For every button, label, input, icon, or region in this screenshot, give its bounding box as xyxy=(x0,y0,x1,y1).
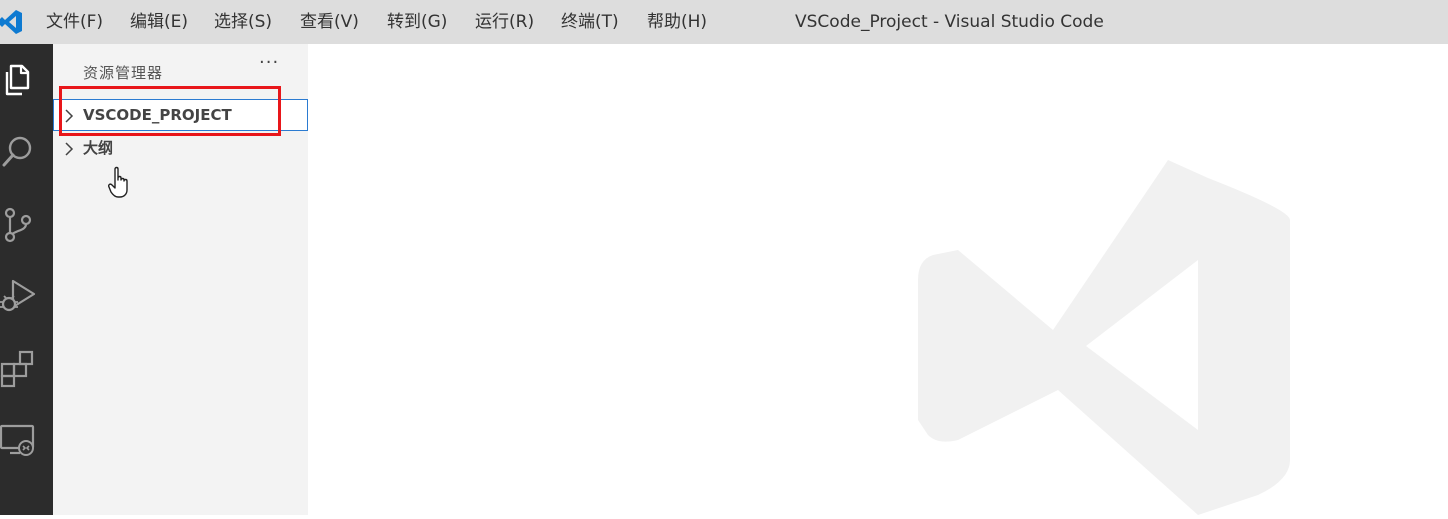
menu-edit[interactable]: 编辑(E) xyxy=(130,0,188,44)
menu-help[interactable]: 帮助(H) xyxy=(647,0,707,44)
run-debug-icon[interactable] xyxy=(0,276,36,316)
explorer-icon[interactable] xyxy=(0,60,36,100)
menu-go[interactable]: 转到(G) xyxy=(387,0,447,44)
menu-file[interactable]: 文件(F) xyxy=(46,0,103,44)
menu-selection[interactable]: 选择(S) xyxy=(214,0,272,44)
activity-bar xyxy=(0,44,53,515)
menu-terminal[interactable]: 终端(T) xyxy=(561,0,619,44)
more-actions-button[interactable]: ··· xyxy=(259,54,279,72)
vscode-watermark-icon xyxy=(918,160,1290,515)
remote-explorer-icon[interactable] xyxy=(0,420,36,460)
title-bar: 文件(F) 编辑(E) 选择(S) 查看(V) 转到(G) 运行(R) 终端(T… xyxy=(0,0,1448,44)
section-label: 大纲 xyxy=(83,139,114,157)
sidebar-title: 资源管理器 xyxy=(83,64,164,82)
section-outline[interactable]: 大纲 xyxy=(53,132,308,164)
source-control-icon[interactable] xyxy=(0,204,36,244)
window-title: VSCode_Project - Visual Studio Code xyxy=(795,12,1104,32)
hand-pointer-cursor-icon xyxy=(108,166,134,200)
menu-view[interactable]: 查看(V) xyxy=(300,0,359,44)
chevron-right-icon xyxy=(63,141,75,156)
vscode-logo-icon xyxy=(0,9,22,35)
extensions-icon[interactable] xyxy=(0,348,36,388)
highlight-annotation-box xyxy=(59,86,281,136)
search-icon[interactable] xyxy=(0,132,36,172)
menu-run[interactable]: 运行(R) xyxy=(475,0,534,44)
